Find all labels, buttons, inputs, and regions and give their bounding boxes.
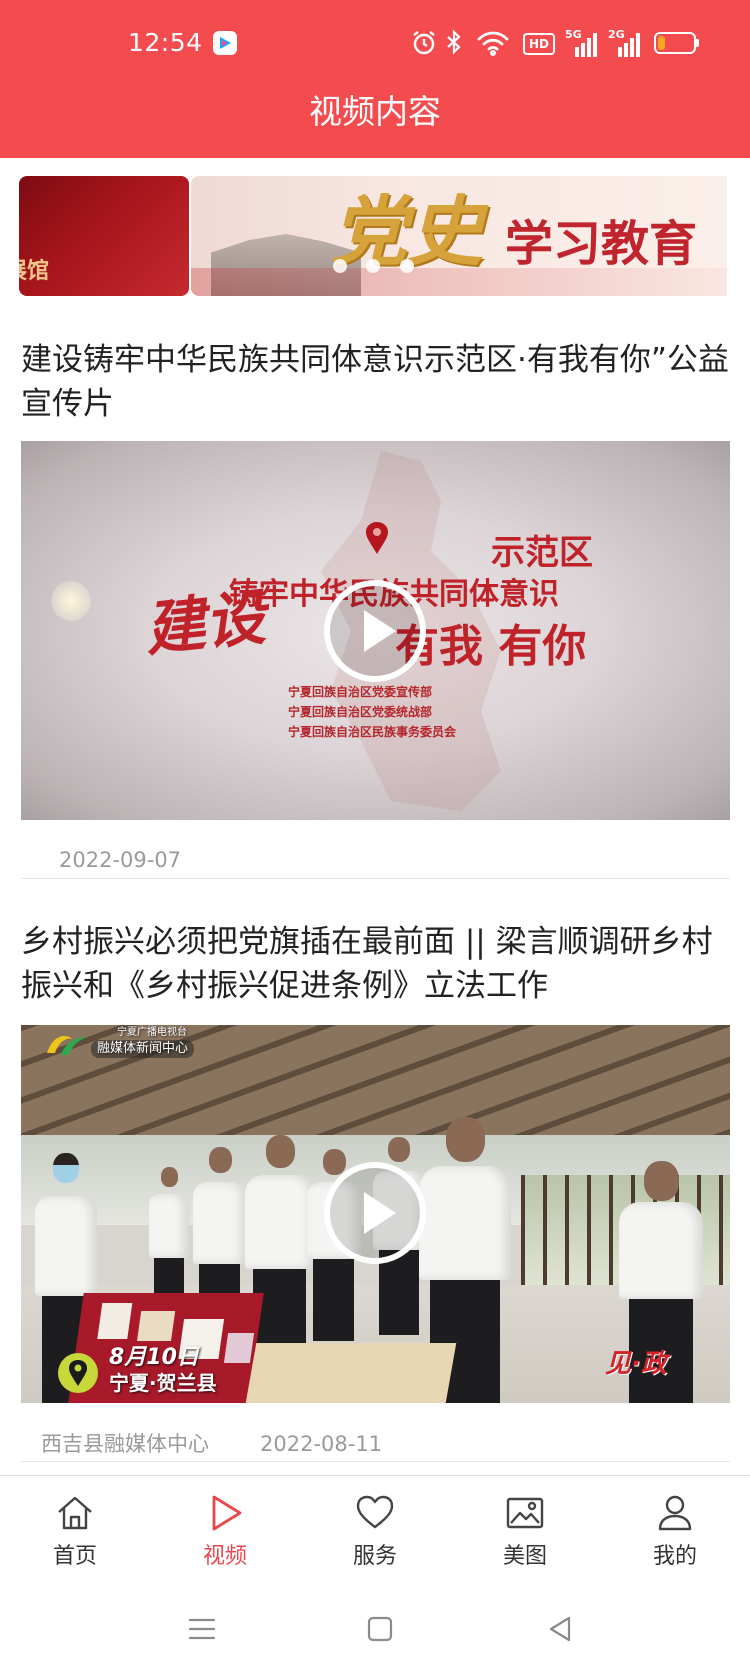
signal-5g-icon: 5G bbox=[565, 29, 597, 57]
page-title: 视频内容 bbox=[309, 92, 441, 131]
wifi-icon bbox=[476, 28, 510, 58]
home-square-icon[interactable] bbox=[362, 1611, 398, 1647]
nav-label: 视频 bbox=[202, 1544, 247, 1569]
nav-item-gallery[interactable]: 美图 bbox=[450, 1476, 600, 1586]
person-head bbox=[53, 1153, 79, 1183]
bluetooth-icon bbox=[444, 28, 464, 58]
person-head bbox=[323, 1149, 346, 1175]
gift-box bbox=[97, 1303, 133, 1339]
thumb-corner-text: 见·政 bbox=[605, 1349, 667, 1379]
list-divider bbox=[21, 1461, 730, 1462]
banner-slide-text: 展馆 bbox=[19, 259, 50, 284]
mooncake-tray bbox=[245, 1343, 457, 1403]
nav-label: 服务 bbox=[352, 1544, 397, 1569]
thumb-location-text: 宁夏·贺兰县 bbox=[109, 1371, 217, 1395]
menu-icon[interactable] bbox=[184, 1611, 220, 1647]
person-head bbox=[644, 1161, 679, 1201]
thumb-credit: 宁夏回族自治区党委宣传部 bbox=[288, 685, 433, 699]
video-date: 2022-08-11 bbox=[260, 1432, 383, 1456]
person-shirt bbox=[35, 1196, 97, 1296]
location-pin-icon bbox=[69, 1360, 87, 1386]
person-head bbox=[388, 1137, 410, 1162]
list-divider bbox=[21, 878, 730, 879]
location-badge bbox=[58, 1353, 98, 1393]
battery-icon bbox=[654, 32, 700, 54]
play-button[interactable] bbox=[324, 1162, 426, 1264]
person-head bbox=[446, 1117, 485, 1162]
person-head bbox=[209, 1147, 232, 1173]
banner-slide-previous[interactable]: 展馆 bbox=[19, 176, 189, 296]
thumb-credit: 宁夏回族自治区党委统战部 bbox=[288, 705, 433, 719]
play-button[interactable] bbox=[324, 580, 426, 682]
banner-subtitle: 学习教育 bbox=[505, 216, 698, 272]
person-pants bbox=[313, 1257, 354, 1341]
thumb-credit: 宁夏回族自治区民族事务委员会 bbox=[288, 725, 457, 739]
thumb-date-text: 8月10日 bbox=[109, 1345, 199, 1370]
carousel-dot bbox=[400, 259, 414, 273]
person-head bbox=[161, 1167, 178, 1187]
tv-station-logo-icon bbox=[47, 1035, 87, 1055]
bottom-nav: 首页 视频 服务 美图 我的 bbox=[0, 1475, 750, 1586]
nav-item-home[interactable]: 首页 bbox=[0, 1476, 150, 1586]
location-pin-icon bbox=[366, 522, 388, 554]
play-icon bbox=[364, 610, 396, 652]
signal-2g-icon: 2G bbox=[608, 29, 640, 57]
video-thumbnail[interactable]: 示范区 铸牢中华民族共同体意识 建设 有我 有你 宁夏回族自治区党委宣传部 宁夏… bbox=[21, 441, 730, 820]
image-icon bbox=[505, 1493, 545, 1533]
thumb-text-demo-zone: 示范区 bbox=[491, 533, 593, 573]
video-source: 西吉县融媒体中心 bbox=[41, 1432, 209, 1456]
person-shirt bbox=[149, 1194, 189, 1258]
back-icon[interactable] bbox=[542, 1611, 578, 1647]
gift-box bbox=[136, 1311, 176, 1341]
status-time: 12:54 bbox=[128, 28, 203, 57]
battery-body bbox=[654, 32, 696, 54]
carousel-dot bbox=[366, 259, 380, 273]
battery-tip bbox=[696, 39, 699, 47]
nav-item-video[interactable]: 视频 bbox=[150, 1476, 300, 1586]
person-shirt bbox=[419, 1166, 511, 1280]
video-thumbnail[interactable]: 宁夏广播电视台 融媒体新闻中心 8月10日 宁夏·贺兰县 见·政 bbox=[21, 1025, 730, 1403]
video-title[interactable]: 乡村振兴必须把党旗插在最前面 || 梁言顺调研乡村振兴和《乡村振兴促进条例》立法… bbox=[21, 920, 733, 1008]
person-shirt bbox=[193, 1182, 247, 1264]
home-icon bbox=[55, 1493, 95, 1533]
alarm-icon bbox=[410, 28, 438, 58]
nav-item-service[interactable]: 服务 bbox=[300, 1476, 450, 1586]
nav-item-profile[interactable]: 我的 bbox=[600, 1476, 750, 1586]
video-date: 2022-09-07 bbox=[59, 848, 182, 872]
battery-fill bbox=[658, 36, 665, 50]
heart-icon bbox=[355, 1493, 395, 1533]
banner-slide-current[interactable]: 党史 学习教育 bbox=[191, 176, 727, 296]
video-title[interactable]: 建设铸牢中华民族共同体意识示范区·有我有你”公益宣传片 bbox=[21, 338, 733, 426]
youku-app-icon bbox=[213, 31, 237, 55]
hd-icon: HD bbox=[523, 33, 555, 55]
person-head bbox=[266, 1135, 295, 1168]
logo-line-2: 融媒体新闻中心 bbox=[91, 1040, 195, 1058]
nav-label: 首页 bbox=[52, 1544, 97, 1569]
gift-box bbox=[223, 1333, 255, 1363]
person-shirt bbox=[245, 1175, 315, 1269]
user-icon bbox=[655, 1493, 695, 1533]
play-icon bbox=[364, 1192, 396, 1234]
video-play-icon bbox=[205, 1493, 245, 1533]
person-shirt bbox=[619, 1202, 703, 1299]
thumb-text-build: 建设 bbox=[141, 582, 269, 666]
logo-line-1: 宁夏广播电视台 bbox=[117, 1027, 187, 1038]
lens-flare bbox=[51, 581, 91, 621]
nav-label: 我的 bbox=[652, 1544, 697, 1569]
carousel-dot bbox=[333, 259, 347, 273]
nav-label: 美图 bbox=[502, 1544, 547, 1569]
